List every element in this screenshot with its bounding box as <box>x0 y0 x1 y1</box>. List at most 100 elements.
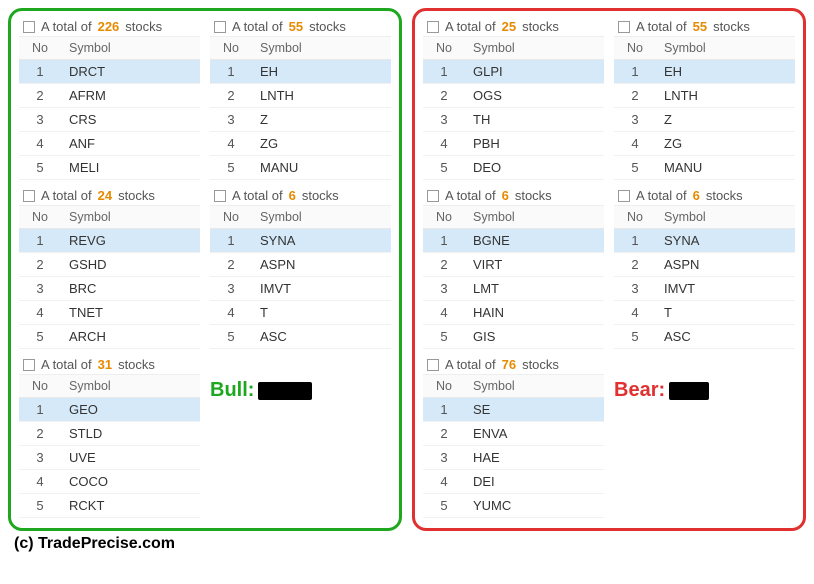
table-row[interactable]: 4T <box>614 301 795 325</box>
row-number: 3 <box>423 277 465 301</box>
row-symbol: SYNA <box>656 229 795 253</box>
checkbox[interactable] <box>427 21 439 33</box>
row-symbol: GSHD <box>61 253 200 277</box>
table-row[interactable]: 4ANF <box>19 132 200 156</box>
table-row[interactable]: 3CRS <box>19 108 200 132</box>
checkbox[interactable] <box>23 190 35 202</box>
table-row[interactable]: 5ASC <box>614 325 795 349</box>
col-header-symbol[interactable]: Symbol <box>61 375 200 398</box>
table-row[interactable]: 1BGNE <box>423 229 604 253</box>
table-row[interactable]: 2LNTH <box>210 84 391 108</box>
table-row[interactable]: 5MANU <box>210 156 391 180</box>
table-row[interactable]: 3Z <box>210 108 391 132</box>
col-header-symbol[interactable]: Symbol <box>252 37 391 60</box>
col-header-no[interactable]: No <box>19 37 61 60</box>
table-row[interactable]: 1EH <box>614 60 795 84</box>
total-row: A total of 6 stocks <box>614 186 795 205</box>
col-header-no[interactable]: No <box>423 206 465 229</box>
table-row[interactable]: 2ASPN <box>614 253 795 277</box>
row-number: 5 <box>614 325 656 349</box>
row-number: 5 <box>614 156 656 180</box>
col-header-symbol[interactable]: Symbol <box>61 37 200 60</box>
table-row[interactable]: 5MELI <box>19 156 200 180</box>
col-header-symbol[interactable]: Symbol <box>656 37 795 60</box>
table-row[interactable]: 2ENVA <box>423 422 604 446</box>
table-row[interactable]: 4TNET <box>19 301 200 325</box>
stock-table: NoSymbol1BGNE2VIRT3LMT4HAIN5GIS <box>423 205 604 349</box>
checkbox[interactable] <box>23 359 35 371</box>
col-header-no[interactable]: No <box>19 206 61 229</box>
col-header-symbol[interactable]: Symbol <box>61 206 200 229</box>
table-row[interactable]: 5MANU <box>614 156 795 180</box>
table-row[interactable]: 2LNTH <box>614 84 795 108</box>
row-symbol: PBH <box>465 132 604 156</box>
table-row[interactable]: 2GSHD <box>19 253 200 277</box>
table-row[interactable]: 2ASPN <box>210 253 391 277</box>
table-row[interactable]: 4PBH <box>423 132 604 156</box>
col-header-no[interactable]: No <box>210 37 252 60</box>
checkbox[interactable] <box>427 190 439 202</box>
table-row[interactable]: 2STLD <box>19 422 200 446</box>
col-header-symbol[interactable]: Symbol <box>252 206 391 229</box>
table-row[interactable]: 1SYNA <box>614 229 795 253</box>
table-row[interactable]: 3Z <box>614 108 795 132</box>
row-symbol: LMT <box>465 277 604 301</box>
table-row[interactable]: 3HAE <box>423 446 604 470</box>
copyright-text: (c) TradePrecise.com <box>8 531 806 553</box>
row-symbol: REVG <box>61 229 200 253</box>
table-row[interactable]: 1DRCT <box>19 60 200 84</box>
col-header-no[interactable]: No <box>210 206 252 229</box>
table-row[interactable]: 4ZG <box>210 132 391 156</box>
col-header-no[interactable]: No <box>614 206 656 229</box>
table-row[interactable]: 1EH <box>210 60 391 84</box>
row-symbol: MELI <box>61 156 200 180</box>
table-row[interactable]: 5ASC <box>210 325 391 349</box>
table-row[interactable]: 4T <box>210 301 391 325</box>
total-suffix: stocks <box>302 188 339 203</box>
table-row[interactable]: 1GEO <box>19 398 200 422</box>
row-symbol: EH <box>252 60 391 84</box>
total-prefix: A total of <box>232 188 283 203</box>
table-row[interactable]: 4COCO <box>19 470 200 494</box>
col-header-no[interactable]: No <box>423 375 465 398</box>
checkbox[interactable] <box>23 21 35 33</box>
table-row[interactable]: 5ARCH <box>19 325 200 349</box>
bull-summary-label: Bull: <box>210 379 391 402</box>
checkbox[interactable] <box>214 190 226 202</box>
table-row[interactable]: 3TH <box>423 108 604 132</box>
checkbox[interactable] <box>427 359 439 371</box>
table-row[interactable]: 5YUMC <box>423 494 604 518</box>
table-row[interactable]: 1REVG <box>19 229 200 253</box>
total-prefix: A total of <box>636 19 687 34</box>
table-row[interactable]: 2OGS <box>423 84 604 108</box>
table-row[interactable]: 3UVE <box>19 446 200 470</box>
total-prefix: A total of <box>636 188 687 203</box>
checkbox[interactable] <box>214 21 226 33</box>
table-row[interactable]: 2VIRT <box>423 253 604 277</box>
table-row[interactable]: 4DEI <box>423 470 604 494</box>
table-row[interactable]: 4HAIN <box>423 301 604 325</box>
col-header-no[interactable]: No <box>614 37 656 60</box>
checkbox[interactable] <box>618 190 630 202</box>
table-row[interactable]: 1SYNA <box>210 229 391 253</box>
table-row[interactable]: 4ZG <box>614 132 795 156</box>
table-row[interactable]: 1GLPI <box>423 60 604 84</box>
table-row[interactable]: 5GIS <box>423 325 604 349</box>
col-header-no[interactable]: No <box>19 375 61 398</box>
table-row[interactable]: 5RCKT <box>19 494 200 518</box>
table-row[interactable]: 1SE <box>423 398 604 422</box>
table-row[interactable]: 2AFRM <box>19 84 200 108</box>
table-row[interactable]: 3LMT <box>423 277 604 301</box>
col-header-symbol[interactable]: Symbol <box>656 206 795 229</box>
col-header-no[interactable]: No <box>423 37 465 60</box>
col-header-symbol[interactable]: Symbol <box>465 37 604 60</box>
col-header-symbol[interactable]: Symbol <box>465 375 604 398</box>
total-suffix: stocks <box>118 188 155 203</box>
col-header-symbol[interactable]: Symbol <box>465 206 604 229</box>
table-row[interactable]: 3IMVT <box>210 277 391 301</box>
checkbox[interactable] <box>618 21 630 33</box>
row-number: 4 <box>423 470 465 494</box>
table-row[interactable]: 3BRC <box>19 277 200 301</box>
table-row[interactable]: 3IMVT <box>614 277 795 301</box>
table-row[interactable]: 5DEO <box>423 156 604 180</box>
